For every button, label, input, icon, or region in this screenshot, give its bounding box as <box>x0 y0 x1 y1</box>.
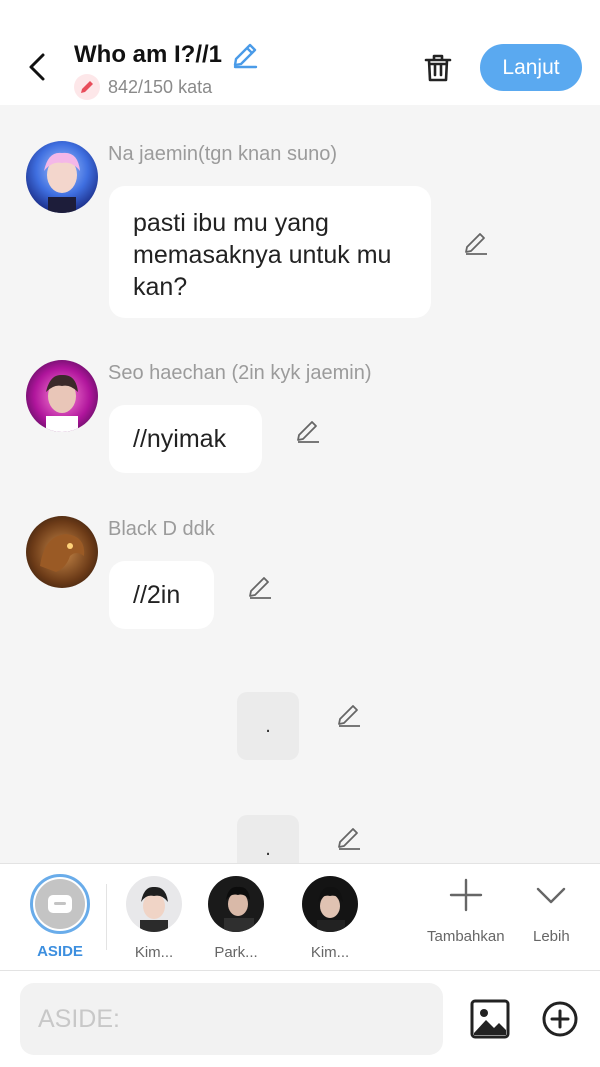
sender-name: Na jaemin(tgn knan suno) <box>108 143 338 165</box>
plus-icon <box>449 878 482 912</box>
chat-area: Na jaemin(tgn knan suno) pasti ibu mu ya… <box>0 105 600 863</box>
narration-bubble[interactable]: . <box>237 692 299 760</box>
edit-message-button[interactable] <box>462 229 490 257</box>
delete-button[interactable] <box>420 50 456 86</box>
character-item[interactable]: Park... <box>208 876 264 961</box>
word-count-text: 842/150 kata <box>108 76 213 97</box>
pencil-icon <box>233 43 258 69</box>
message-input[interactable] <box>20 983 443 1055</box>
aside-label: ASIDE <box>37 943 83 960</box>
image-icon <box>470 999 510 1039</box>
next-button[interactable]: Lanjut <box>480 44 582 91</box>
pencil-icon <box>297 421 319 443</box>
message-bubble[interactable]: pasti ibu mu yang memasaknya untuk mu ka… <box>109 186 431 318</box>
composer-bar <box>0 971 600 1067</box>
add-character-label: Tambahkan <box>427 928 505 945</box>
more-button[interactable]: Lebih <box>533 878 570 945</box>
divider <box>106 884 107 950</box>
sender-name: Black D ddk <box>108 518 215 540</box>
story-title: Who am I?//1 <box>74 41 223 68</box>
character-label: Kim... <box>310 944 350 961</box>
edit-message-button[interactable] <box>294 417 322 445</box>
character-item[interactable]: Kim... <box>302 876 358 961</box>
avatar[interactable] <box>26 360 98 432</box>
avatar[interactable] <box>26 141 98 213</box>
plus-circle-icon <box>542 1001 578 1037</box>
insert-image-button[interactable] <box>470 999 510 1039</box>
add-content-button[interactable] <box>540 999 580 1039</box>
edit-narration-button[interactable] <box>335 701 363 729</box>
pencil-icon <box>465 233 487 255</box>
edit-narration-button[interactable] <box>335 824 363 852</box>
sender-name: Seo haechan (2in kyk jaemin) <box>108 362 372 384</box>
avatar[interactable] <box>26 516 98 588</box>
title-row: Who am I?//1 <box>74 40 260 70</box>
more-label: Lebih <box>533 928 570 945</box>
back-button[interactable] <box>22 50 52 84</box>
chevron-down-icon <box>537 887 566 904</box>
app-header: Who am I?//1 842/150 kata Lanjut <box>0 0 600 105</box>
character-avatar <box>208 876 264 932</box>
character-avatar <box>126 876 182 932</box>
word-count-badge <box>74 74 100 100</box>
pencil-icon <box>249 577 271 599</box>
narration-bubble[interactable]: . <box>237 815 299 863</box>
aside-avatar <box>30 874 90 934</box>
word-count: 842/150 kata <box>74 74 212 100</box>
aside-character[interactable]: ASIDE <box>30 874 90 960</box>
pencil-icon <box>81 81 93 93</box>
character-bar: ASIDE Kim... Park... Kim... Tambahkan Le… <box>0 863 600 971</box>
aside-icon <box>48 895 72 913</box>
add-character-button[interactable]: Tambahkan <box>427 878 505 945</box>
character-label: Kim... <box>134 944 174 961</box>
back-icon <box>29 53 45 81</box>
message-bubble[interactable]: //2in <box>109 561 214 629</box>
edit-title-button[interactable] <box>230 40 260 70</box>
character-label: Park... <box>214 944 258 961</box>
message-bubble[interactable]: //nyimak <box>109 405 262 473</box>
character-avatar <box>302 876 358 932</box>
pencil-icon <box>338 828 360 850</box>
character-item[interactable]: Kim... <box>126 876 182 961</box>
pencil-icon <box>338 705 360 727</box>
edit-message-button[interactable] <box>246 573 274 601</box>
trash-icon <box>424 54 452 82</box>
